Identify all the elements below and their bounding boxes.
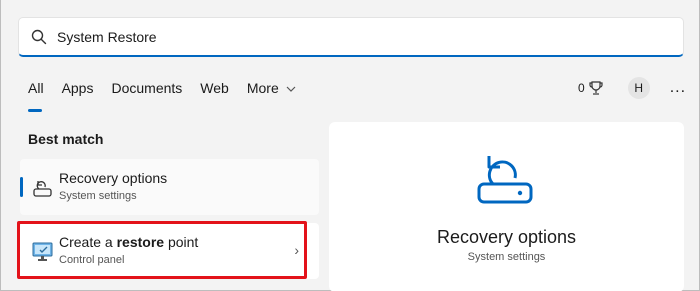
preview-subtitle: System settings — [467, 251, 546, 263]
search-icon — [31, 29, 47, 45]
result-create-restore-point[interactable]: Create a restore point Control panel › — [17, 221, 319, 279]
recovery-icon — [33, 181, 52, 197]
result-title-bold: restore — [116, 234, 165, 250]
tab-apps[interactable]: Apps — [62, 78, 94, 106]
tab-all[interactable]: All — [28, 78, 44, 112]
chevron-down-icon — [286, 86, 296, 92]
rewards-points[interactable]: 0 — [578, 80, 604, 96]
result-title: Recovery options — [59, 170, 168, 186]
header-tools: 0 H ... — [578, 76, 686, 100]
result-subtitle: System settings — [59, 190, 137, 202]
avatar[interactable]: H — [627, 77, 650, 99]
tab-more-label: More — [246, 80, 279, 96]
chevron-right-icon[interactable]: › — [294, 242, 299, 258]
preview-panel: Recovery options System settings — [329, 122, 684, 291]
recovery-icon — [477, 156, 533, 204]
result-title-post: point — [164, 234, 199, 250]
search-box[interactable] — [18, 17, 684, 57]
trophy-icon — [589, 81, 603, 95]
preview-title: Recovery options — [436, 227, 577, 247]
result-subtitle: Control panel — [59, 254, 125, 266]
tab-documents[interactable]: Documents — [111, 78, 182, 106]
more-options-button[interactable]: ... — [670, 80, 686, 96]
tab-web[interactable]: Web — [200, 78, 229, 106]
search-input[interactable] — [57, 26, 657, 48]
result-recovery-options[interactable]: Recovery options System settings — [20, 159, 319, 215]
monitor-icon — [32, 242, 53, 261]
result-title-pre: Create a — [59, 234, 117, 250]
highlight-box — [17, 221, 307, 279]
best-match-heading: Best match — [28, 131, 104, 147]
rewards-points-value: 0 — [578, 81, 585, 95]
tab-more[interactable]: More — [247, 78, 296, 106]
search-tabs: All Apps Documents Web More — [28, 78, 314, 112]
result-title: Create a restore point — [59, 234, 198, 250]
selection-indicator — [20, 177, 23, 197]
